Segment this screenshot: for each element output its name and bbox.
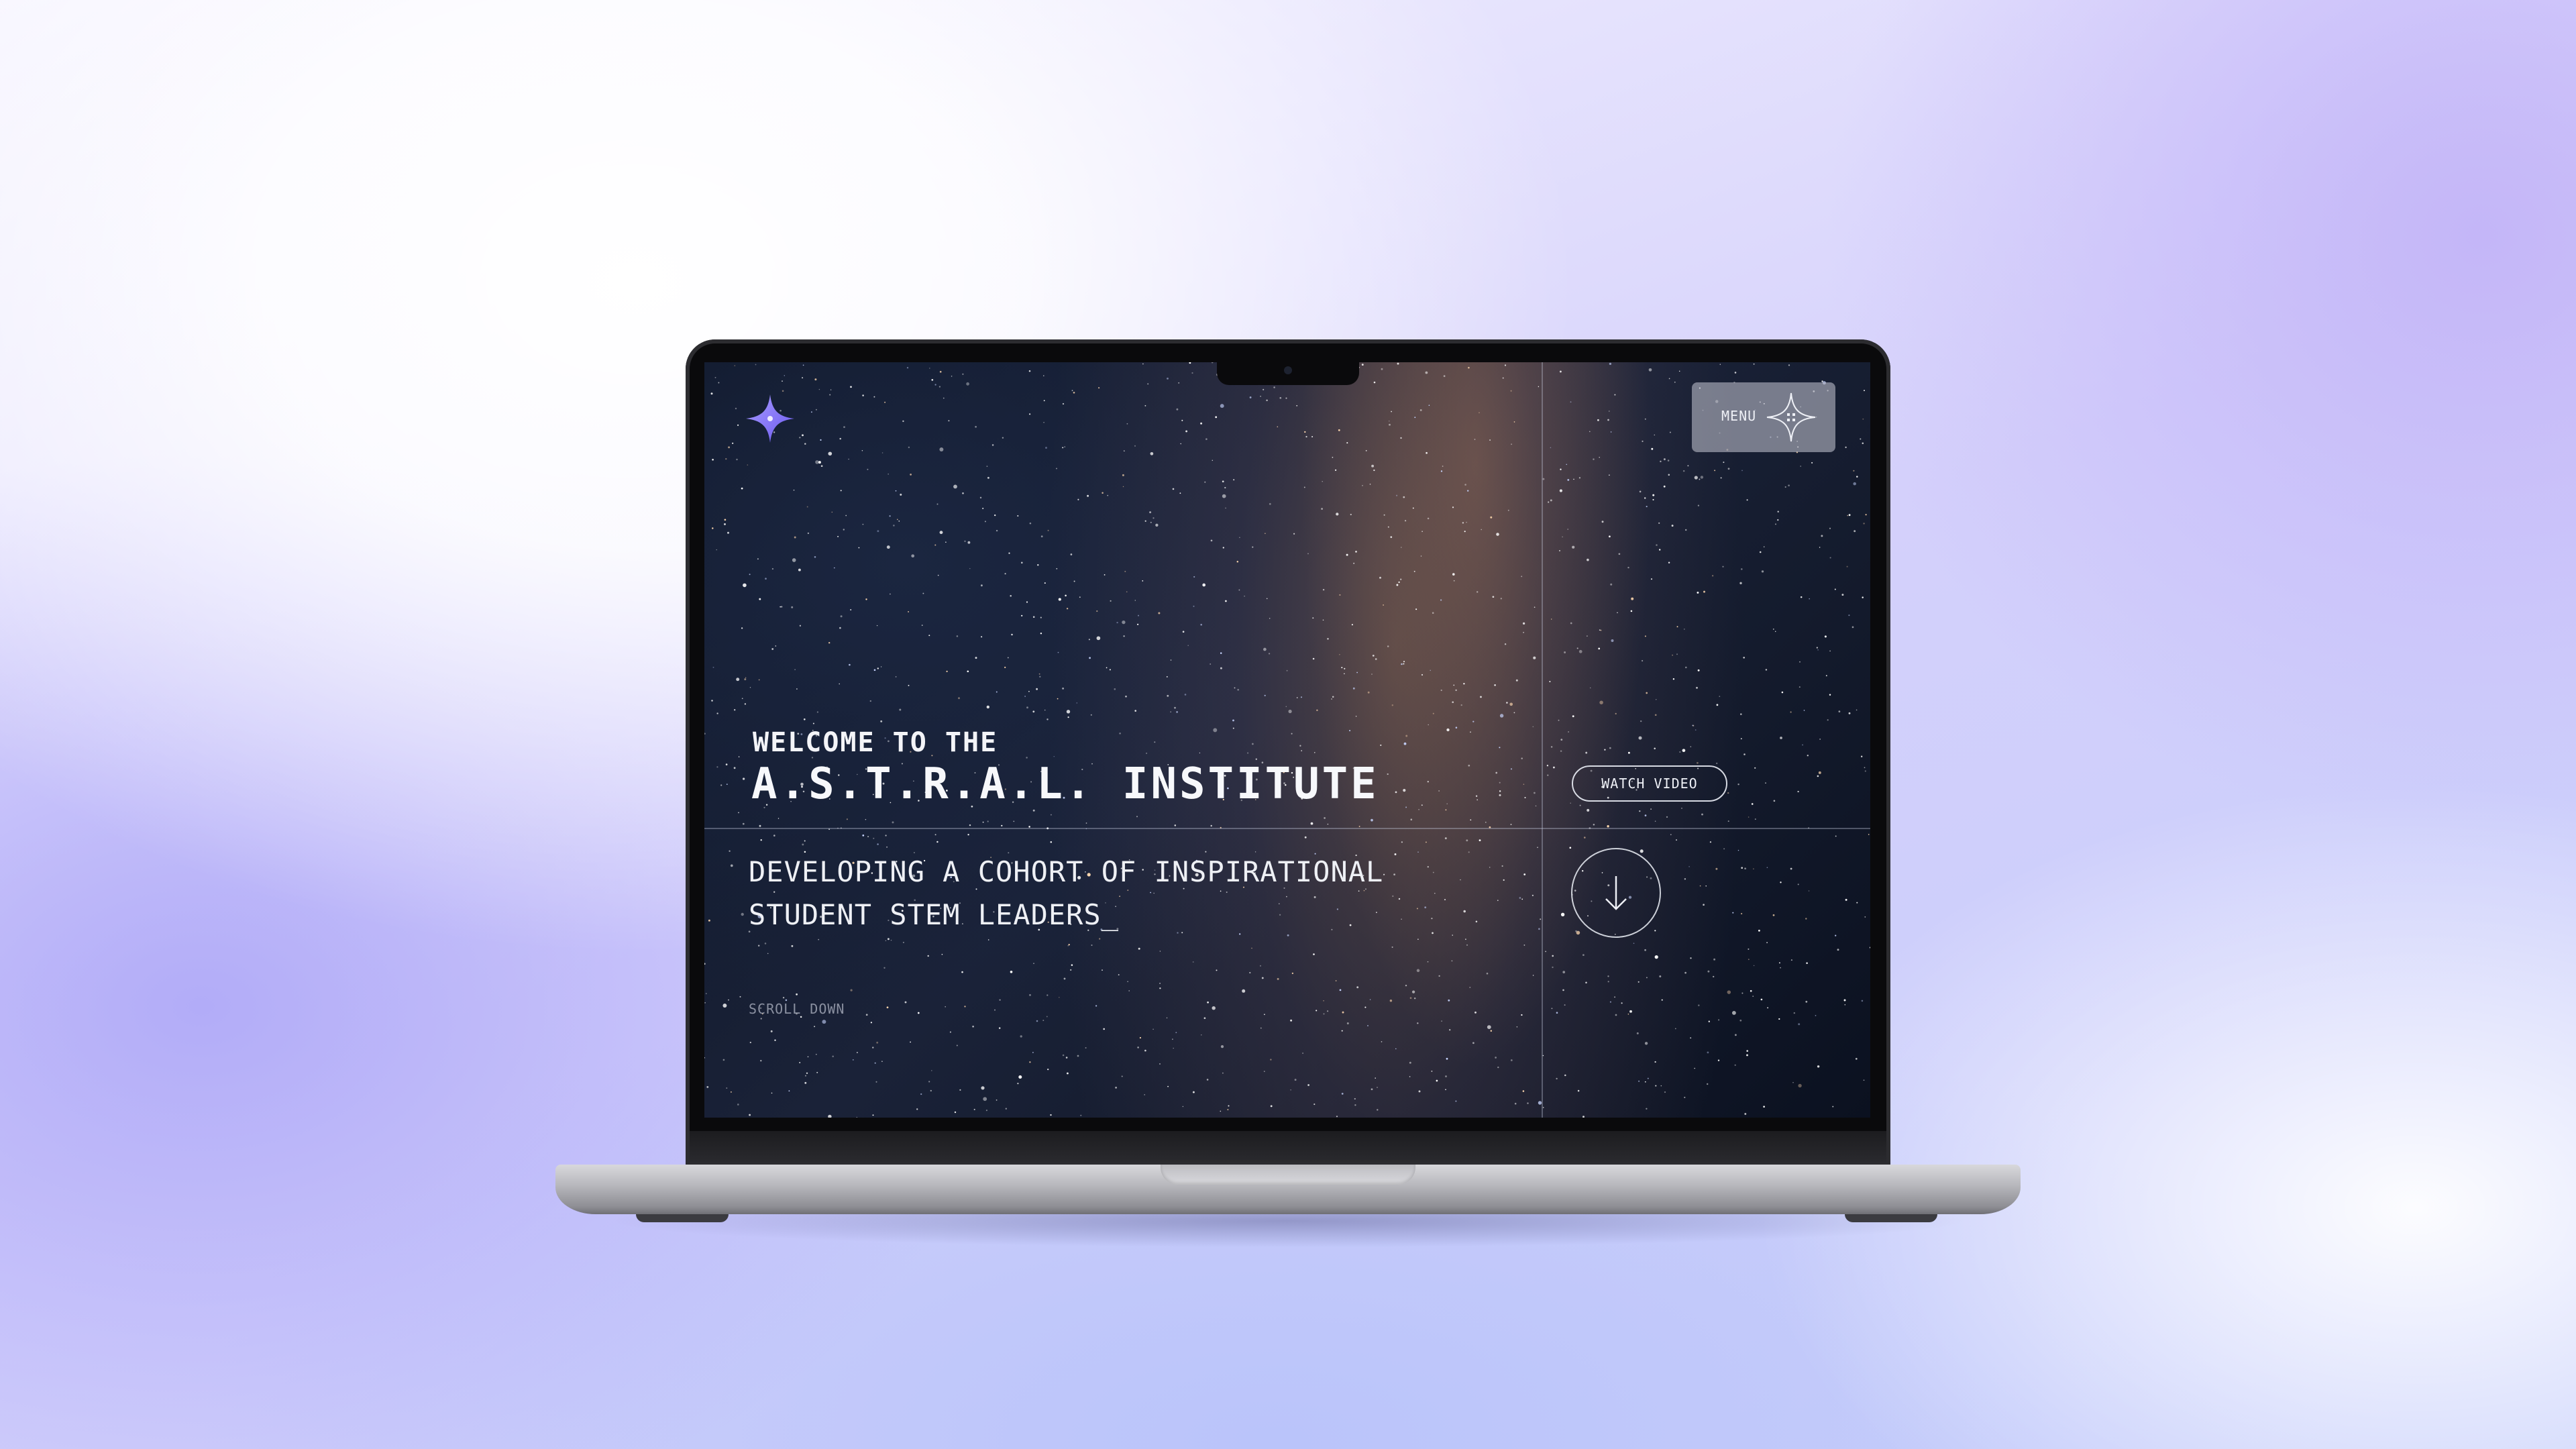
subtitle-line-1: DEVELOPING A COHORT OF INSPIRATIONAL	[749, 855, 1384, 888]
sparkle-grid-icon	[1766, 392, 1816, 442]
welcome-heading: WELCOME TO THE	[753, 727, 998, 758]
laptop-foot-left	[636, 1214, 729, 1222]
laptop-chin	[690, 1131, 1886, 1162]
hero-subtitle: DEVELOPING A COHORT OF INSPIRATIONAL STU…	[749, 851, 1487, 936]
menu-label: MENU	[1721, 408, 1757, 424]
arrow-down-icon	[1605, 876, 1627, 910]
laptop-lid-notch	[1161, 1165, 1415, 1185]
grid-line-horizontal	[704, 828, 1870, 829]
grid-line-vertical	[1542, 362, 1543, 1118]
four-point-star-icon[interactable]	[745, 393, 796, 444]
scroll-down-button[interactable]	[1571, 848, 1661, 938]
scroll-hint[interactable]: SCROLL DOWN	[749, 1001, 845, 1017]
page-title: A.S.T.R.A.L. INSTITUTE	[751, 759, 1379, 809]
camera-lens	[1284, 366, 1292, 374]
watch-video-button[interactable]: WATCH VIDEO	[1572, 765, 1727, 802]
menu-button[interactable]: MENU	[1692, 382, 1835, 452]
laptop-screen: MENU WELCOME TO THE A.S.T.R.A.L. INSTITU…	[704, 362, 1870, 1118]
subtitle-line-2: STUDENT STEM LEADERS_	[749, 898, 1120, 931]
laptop-foot-right	[1845, 1214, 1937, 1222]
